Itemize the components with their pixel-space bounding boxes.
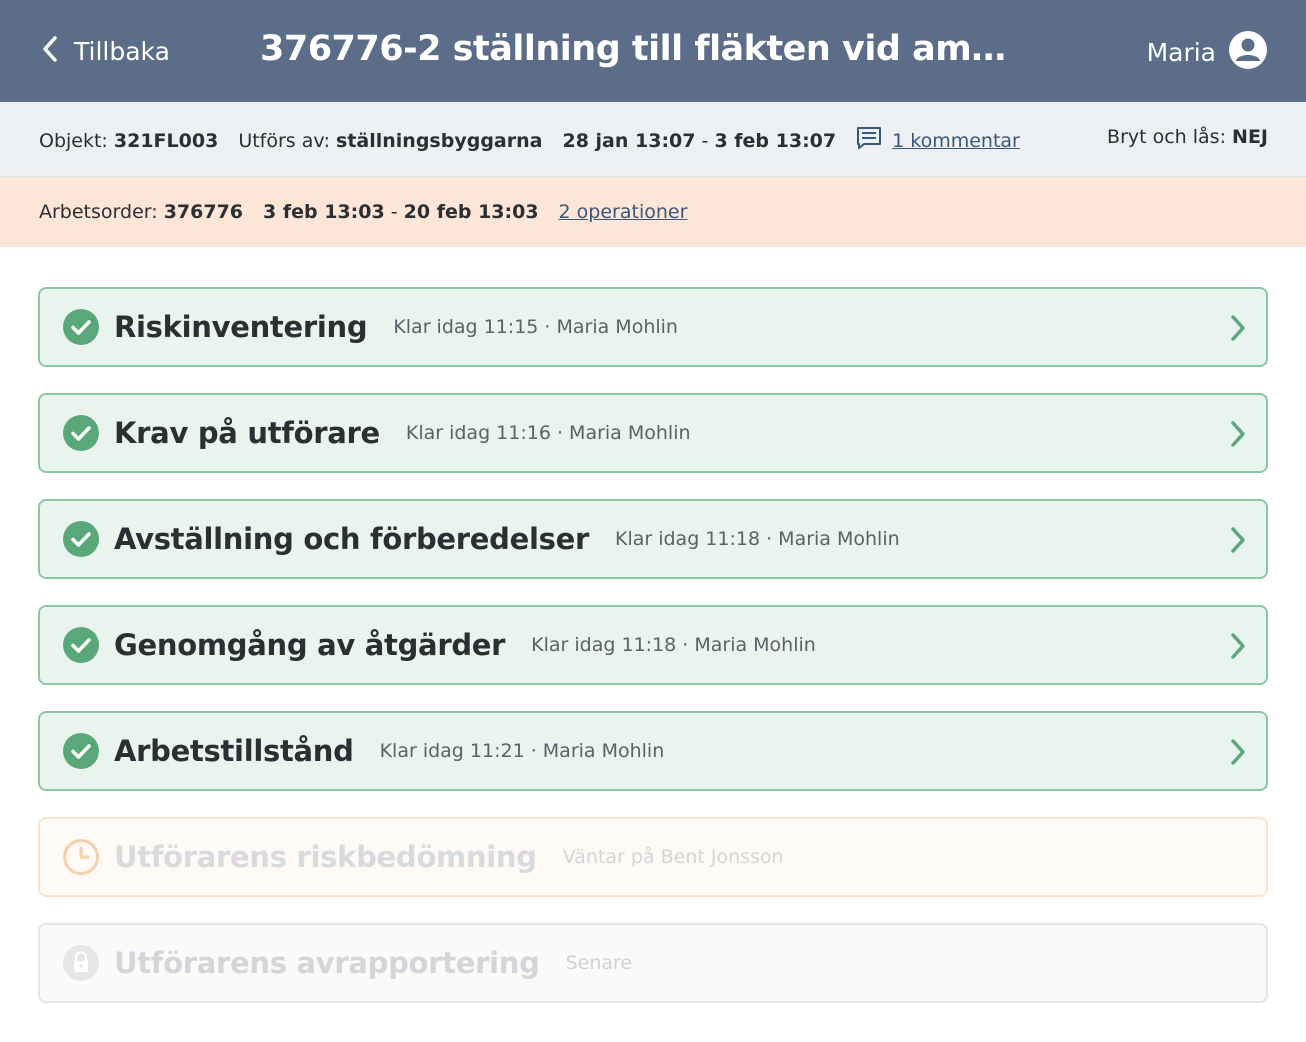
check-circle-icon: [62, 308, 100, 346]
comment-icon: [856, 126, 882, 155]
chevron-right-icon: [1228, 419, 1248, 453]
step-meta: Väntar på Bent Jonsson: [562, 846, 784, 868]
user-avatar-icon: [1228, 30, 1268, 74]
performed-by-info: Utförs av: ställningsbyggarna: [238, 129, 543, 152]
operations-link[interactable]: 2 operationer: [559, 201, 688, 223]
comments-link-label[interactable]: 1 kommentar: [892, 130, 1020, 152]
work-order-info: Arbetsorder: 376776: [39, 201, 244, 223]
user-menu[interactable]: Maria: [1147, 30, 1268, 74]
step-meta: Klar idag 11:18 · Maria Mohlin: [531, 634, 816, 656]
back-label: Tillbaka: [74, 36, 170, 66]
lock-icon: [62, 944, 100, 982]
chevron-left-icon: [40, 34, 60, 68]
check-circle-icon: [62, 520, 100, 558]
work-order-bar: Arbetsorder: 376776 3 feb 13:03 - 20 feb…: [0, 177, 1306, 247]
step-title: Riskinventering: [114, 310, 368, 344]
step-meta: Klar idag 11:18 · Maria Mohlin: [614, 528, 900, 550]
step-title: Utförarens avrapportering: [114, 946, 540, 980]
chevron-right-icon: [1228, 313, 1248, 347]
check-circle-icon: [62, 732, 100, 770]
step-meta: Klar idag 11:15 · Maria Mohlin: [393, 316, 678, 338]
step-utforarens-avrapportering: Utförarens avrapportering Senare: [38, 923, 1268, 1003]
step-title: Genomgång av åtgärder: [114, 628, 506, 662]
check-circle-icon: [62, 626, 100, 664]
clock-icon: [62, 838, 100, 876]
step-title: Arbetstillstånd: [114, 734, 354, 768]
step-meta: Klar idag 11:16 · Maria Mohlin: [405, 422, 691, 444]
step-title: Utförarens riskbedömning: [114, 840, 537, 874]
info-bar: Objekt: 321FL003 Utförs av: ställningsby…: [0, 102, 1306, 177]
comments-link[interactable]: 1 kommentar: [856, 126, 1020, 155]
object-info: Objekt: 321FL003: [39, 129, 219, 152]
back-button[interactable]: Tillbaka: [40, 34, 170, 68]
step-genomgang-av-atgarder[interactable]: Genomgång av åtgärder Klar idag 11:18 · …: [38, 605, 1268, 685]
chevron-right-icon: [1228, 525, 1248, 559]
step-arbetstillstand[interactable]: Arbetstillstånd Klar idag 11:21 · Maria …: [38, 711, 1268, 791]
step-utforarens-riskbedomning: Utförarens riskbedömning Väntar på Bent …: [38, 817, 1268, 897]
step-krav-pa-utforare[interactable]: Krav på utförare Klar idag 11:16 · Maria…: [38, 393, 1268, 473]
step-title: Avställning och förberedelser: [114, 522, 589, 556]
chevron-right-icon: [1228, 631, 1248, 665]
user-name: Maria: [1146, 37, 1216, 67]
work-order-period: 3 feb 13:03 - 20 feb 13:03: [263, 201, 539, 223]
step-list: Riskinventering Klar idag 11:15 · Maria …: [38, 287, 1268, 1029]
step-title: Krav på utförare: [114, 416, 380, 450]
step-meta: Senare: [565, 952, 633, 974]
check-circle-icon: [62, 414, 100, 452]
step-riskinventering[interactable]: Riskinventering Klar idag 11:15 · Maria …: [38, 287, 1268, 367]
break-lock-info: Bryt och lås: NEJ: [1107, 126, 1268, 148]
chevron-right-icon: [1228, 737, 1248, 771]
period-info: 28 jan 13:07 - 3 feb 13:07: [562, 129, 837, 152]
page-title: 376776-2 ställning till fläkten vid ammo…: [260, 29, 1040, 69]
step-meta: Klar idag 11:21 · Maria Mohlin: [379, 740, 665, 762]
step-avstallning-och-forberedelser[interactable]: Avställning och förberedelser Klar idag …: [38, 499, 1268, 579]
top-bar: Tillbaka 376776-2 ställning till fläkten…: [0, 0, 1306, 102]
